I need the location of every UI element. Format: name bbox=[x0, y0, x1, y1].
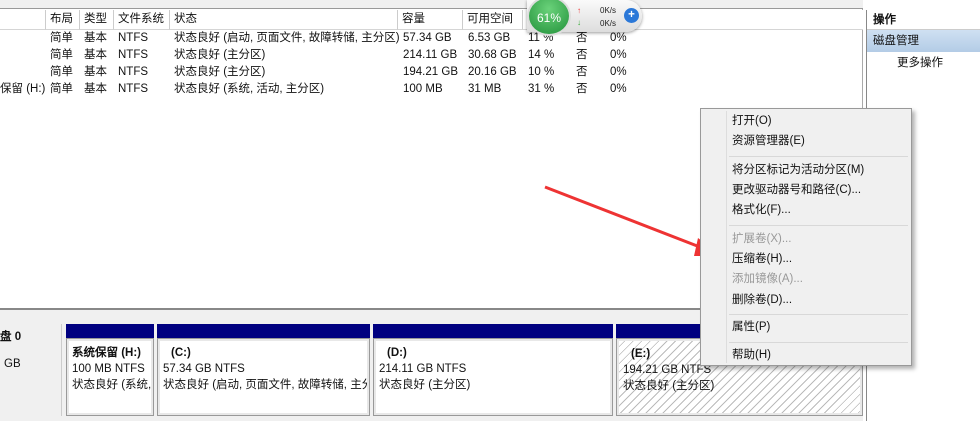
menu-properties[interactable]: 属性(P) bbox=[732, 317, 770, 337]
menu-extend-volume: 扩展卷(X)... bbox=[732, 233, 792, 245]
menu-format[interactable]: 格式化(F)... bbox=[732, 200, 791, 220]
menu-explorer[interactable]: 资源管理器(E) bbox=[732, 131, 805, 151]
menu-shrink-volume[interactable]: 压缩卷(H)... bbox=[732, 249, 792, 269]
menu-separator bbox=[729, 225, 908, 226]
menu-mark-active[interactable]: 将分区标记为活动分区(M) bbox=[732, 160, 864, 180]
menu-add-mirror: 添加镜像(A)... bbox=[732, 273, 803, 285]
menu-help[interactable]: 帮助(H) bbox=[732, 345, 771, 365]
menu-delete-volume[interactable]: 删除卷(D)... bbox=[732, 290, 792, 310]
menu-separator bbox=[729, 314, 908, 315]
menu-open[interactable]: 打开(O) bbox=[732, 111, 772, 131]
context-menu: 打开(O) 资源管理器(E) 将分区标记为活动分区(M) 更改驱动器号和路径(C… bbox=[700, 108, 912, 366]
menu-separator bbox=[729, 156, 908, 157]
menu-change-drive-letter[interactable]: 更改驱动器号和路径(C)... bbox=[732, 180, 861, 200]
menu-separator bbox=[729, 342, 908, 343]
